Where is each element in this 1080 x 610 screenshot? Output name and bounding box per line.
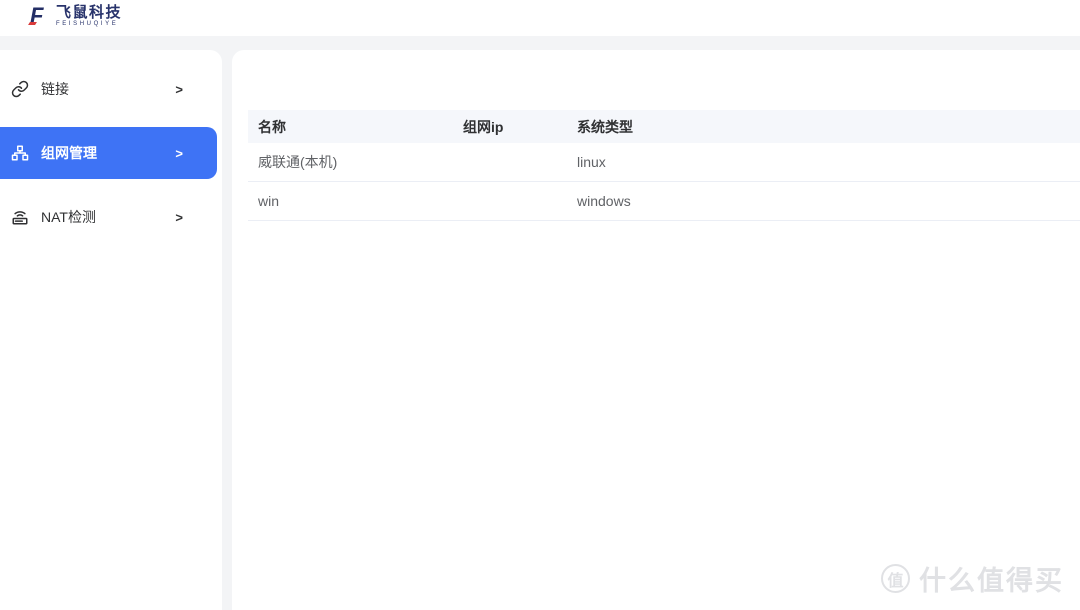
device-os: linux	[577, 154, 606, 170]
device-name: win	[258, 193, 280, 209]
table-row[interactable]: 威联通(本机) linux	[248, 143, 1080, 182]
sidebar-item-label: 组网管理	[41, 145, 97, 161]
sidebar-menu: 链接 > 组网管理 > NAT检测 >	[0, 50, 222, 243]
table-row[interactable]: win windows	[248, 182, 1080, 221]
sidebar-item-label: 链接	[41, 81, 69, 97]
brand-subtitle: FEISHUQIYE	[56, 21, 119, 27]
logo-f-glyph: F	[30, 3, 44, 28]
chevron-right-icon: >	[175, 209, 183, 225]
sidebar-item-label: NAT检测	[41, 209, 96, 225]
brand-logo-text: 飞鼠科技 FEISHUQIYE	[56, 4, 122, 28]
device-name: 威联通(本机)	[258, 154, 338, 170]
table-header-row: 名称 组网ip 系统类型	[248, 110, 1080, 143]
watermark-badge-icon: 值	[881, 564, 910, 593]
column-header-ip: 组网ip	[463, 118, 504, 135]
device-os: windows	[577, 193, 631, 209]
sidebar-item-network-management[interactable]: 组网管理 >	[0, 127, 217, 179]
brand-logo-mark: F	[28, 3, 50, 29]
device-table: 名称 组网ip 系统类型 威联通(本机) linux win windows	[248, 110, 1080, 221]
watermark-text: 什么值得买	[919, 566, 1064, 596]
brand-logo[interactable]: F 飞鼠科技 FEISHUQIYE	[28, 3, 122, 29]
column-header-name: 名称	[258, 118, 286, 135]
main-content: 名称 组网ip 系统类型 威联通(本机) linux win windows	[232, 50, 1080, 610]
link-icon	[11, 80, 29, 98]
column-header-os: 系统类型	[577, 118, 633, 135]
topbar: F 飞鼠科技 FEISHUQIYE	[0, 0, 1080, 36]
sitemap-icon	[11, 144, 29, 162]
sidebar-item-nat-detection[interactable]: NAT检测 >	[0, 191, 217, 243]
sidebar-item-links[interactable]: 链接 >	[0, 63, 217, 115]
router-icon	[11, 208, 29, 226]
chevron-right-icon: >	[175, 145, 183, 161]
chevron-right-icon: >	[175, 81, 183, 97]
smzdm-watermark: 值 什么值得买	[881, 559, 1064, 598]
sidebar: 链接 > 组网管理 > NAT检测 >	[0, 50, 222, 610]
brand-name: 飞鼠科技	[56, 4, 123, 21]
